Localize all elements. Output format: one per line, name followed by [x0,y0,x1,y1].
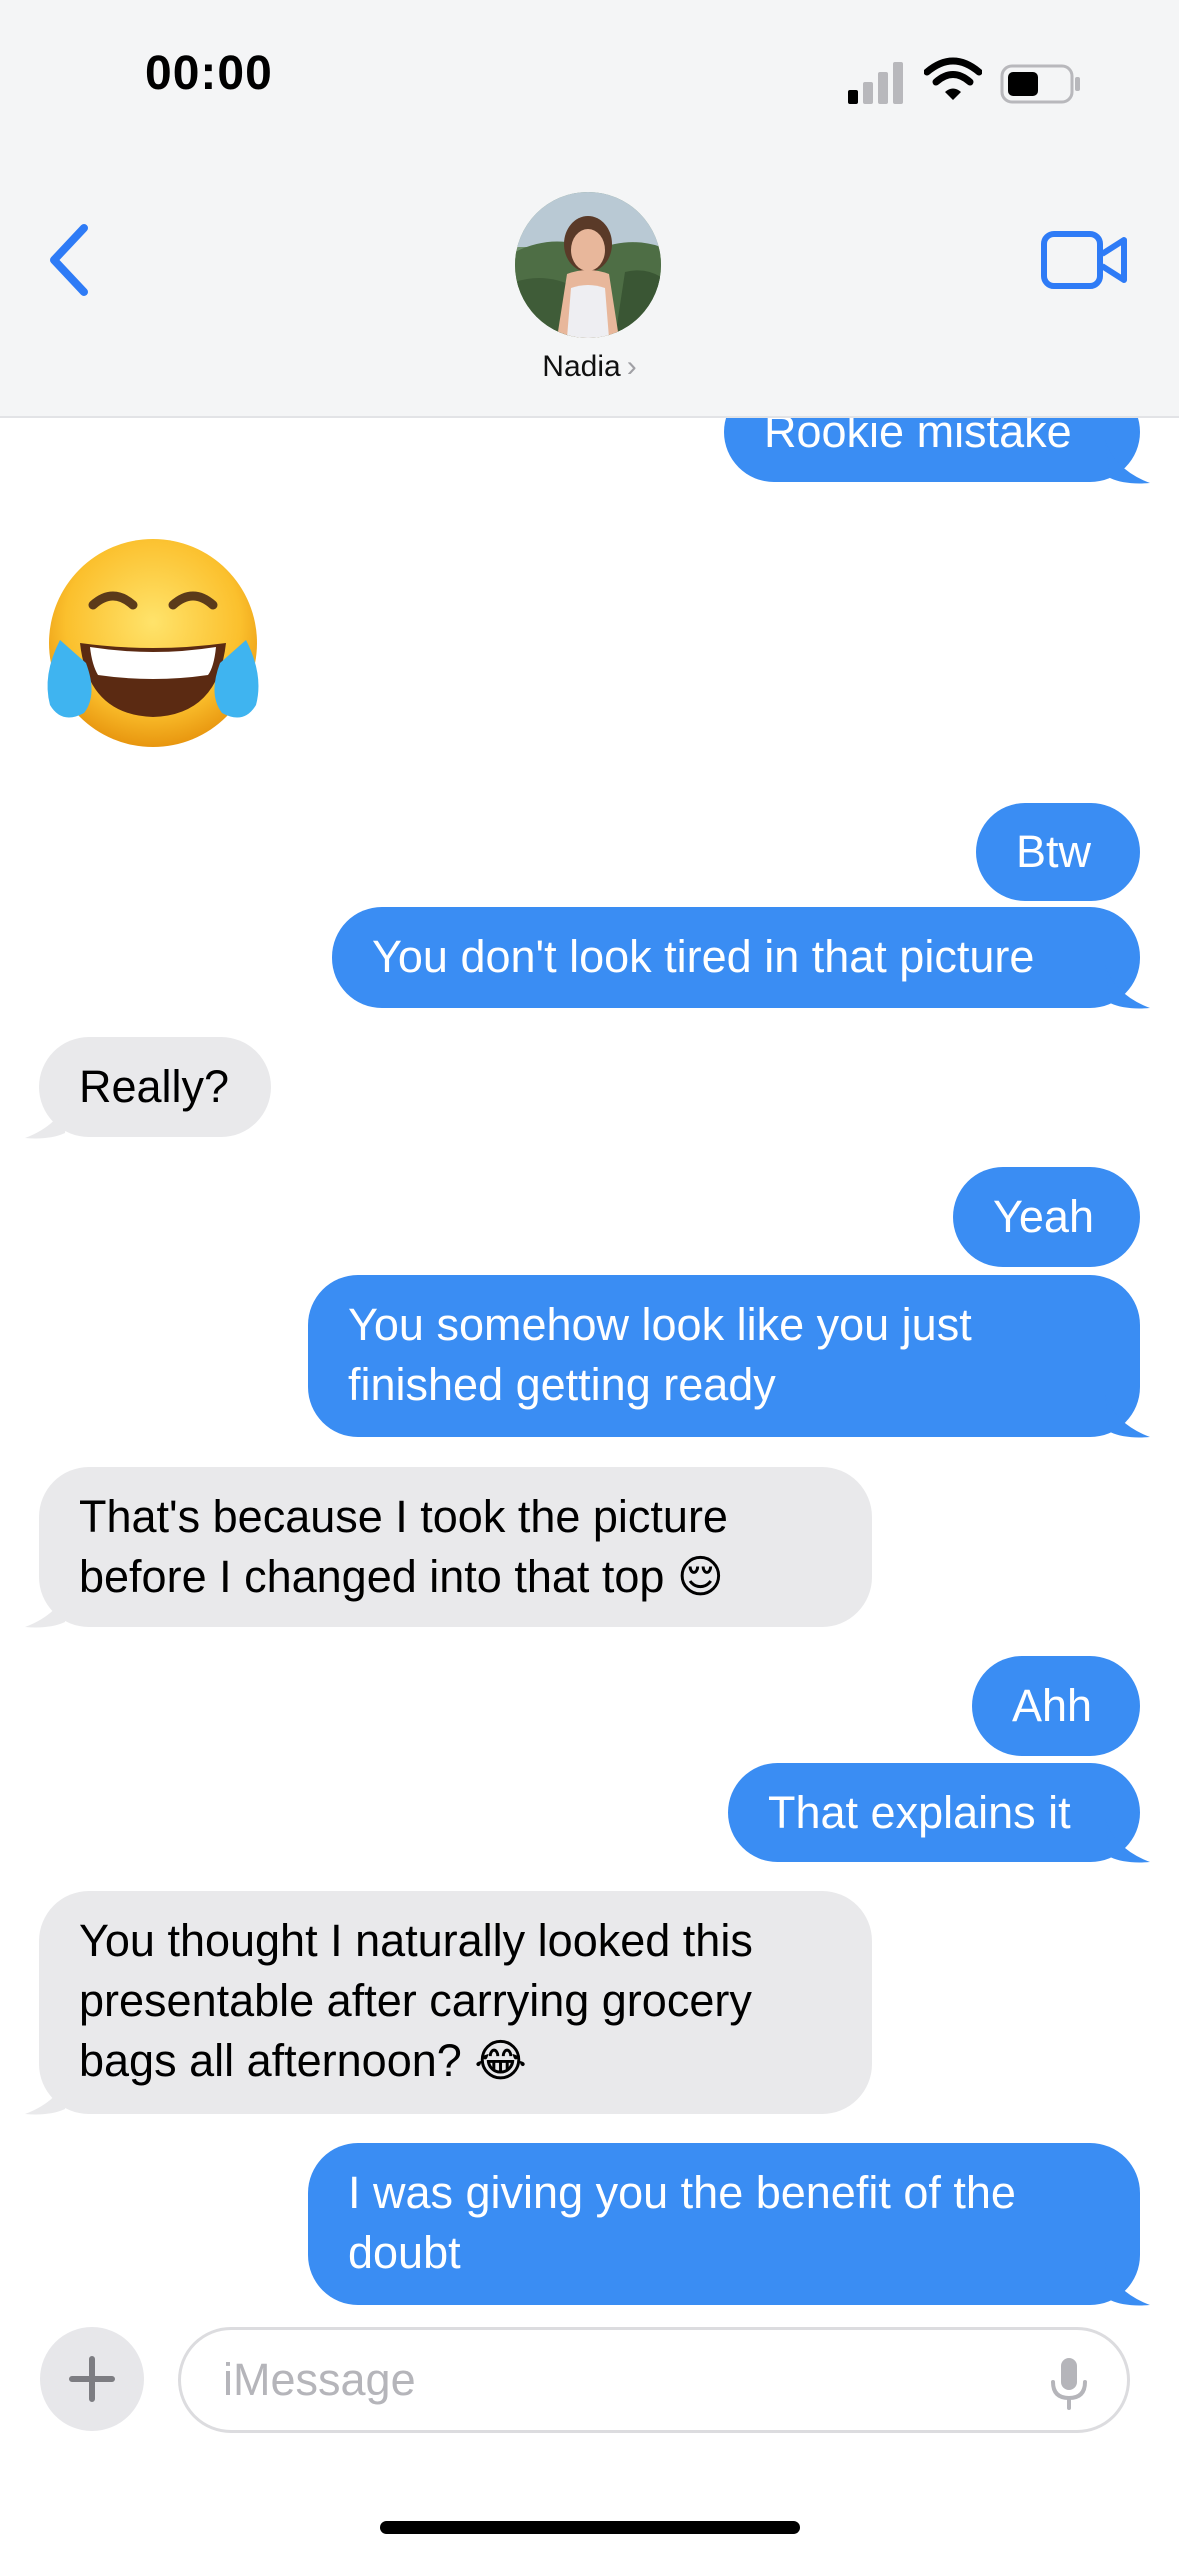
message-text: You don't look tired in that picture [372,931,1035,982]
message-sent[interactable]: Yeah [953,1167,1140,1267]
message-input-placeholder: iMessage [223,2354,416,2405]
status-time: 00:00 [145,47,273,100]
bubble-tail [25,1584,70,1628]
message-sent[interactable]: You somehow look like you just finished … [308,1275,1140,1437]
avatar-photo [515,192,661,338]
message-line: doubt [348,2227,461,2278]
microphone-icon[interactable] [1049,2356,1089,2412]
contact-name: Nadia [542,350,621,383]
message-sent[interactable]: Ahh [972,1656,1140,1756]
message-text: Btw [1016,826,1092,877]
message-line: before I changed into that top 😌 [79,1551,724,1602]
bubble-tail [1105,1819,1150,1863]
message-line: finished getting ready [348,1359,776,1410]
message-received[interactable]: You thought I naturally looked this pres… [39,1891,872,2114]
message-text: Yeah [993,1191,1094,1242]
wifi-icon [924,57,982,100]
message-line: I was giving you the benefit of the [348,2167,1016,2218]
message-line: You thought I naturally looked this [79,1915,753,1966]
message-sent[interactable]: I was giving you the benefit of the doub… [308,2143,1140,2305]
back-chevron-icon[interactable] [40,220,100,300]
message-sent[interactable]: You don't look tired in that picture [332,907,1140,1008]
battery-icon [1000,64,1080,104]
message-received[interactable]: That's because I took the picture before… [39,1467,872,1627]
message-input[interactable]: iMessage [178,2327,1130,2433]
bubble-tail [25,2071,70,2115]
message-line: That's because I took the picture [79,1491,728,1542]
apps-plus-button[interactable] [40,2327,144,2431]
message-text: That explains it [768,1787,1071,1838]
contact-name-link[interactable]: Nadia › [0,350,1179,384]
bubble-tail [1105,965,1150,1009]
message-sent[interactable]: Btw [976,803,1140,901]
bubble-tail [25,1095,70,1139]
message-received[interactable]: Really? [39,1037,271,1137]
chevron-right-icon: › [626,350,637,383]
message-text: Ahh [1012,1680,1093,1731]
bubble-tail [1105,1394,1150,1438]
message-line: presentable after carrying grocery [79,1975,752,2026]
message-line: You somehow look like you just [348,1299,972,1350]
video-call-icon[interactable] [1040,228,1130,292]
message-sent[interactable]: That explains it [728,1763,1140,1862]
message-line: bags all afternoon? 😂 [79,2035,527,2086]
bubble-tail [1105,440,1150,484]
home-indicator[interactable] [380,2521,800,2534]
plus-icon [69,2356,115,2402]
contact-avatar[interactable] [515,192,661,338]
cellular-signal-icon [848,62,903,104]
laughing-tears-emoji-icon[interactable] [38,535,268,755]
conversation-header: 00:00 Nadia › [0,0,1179,418]
bubble-tail [1105,2262,1150,2306]
message-text: Really? [79,1061,230,1112]
